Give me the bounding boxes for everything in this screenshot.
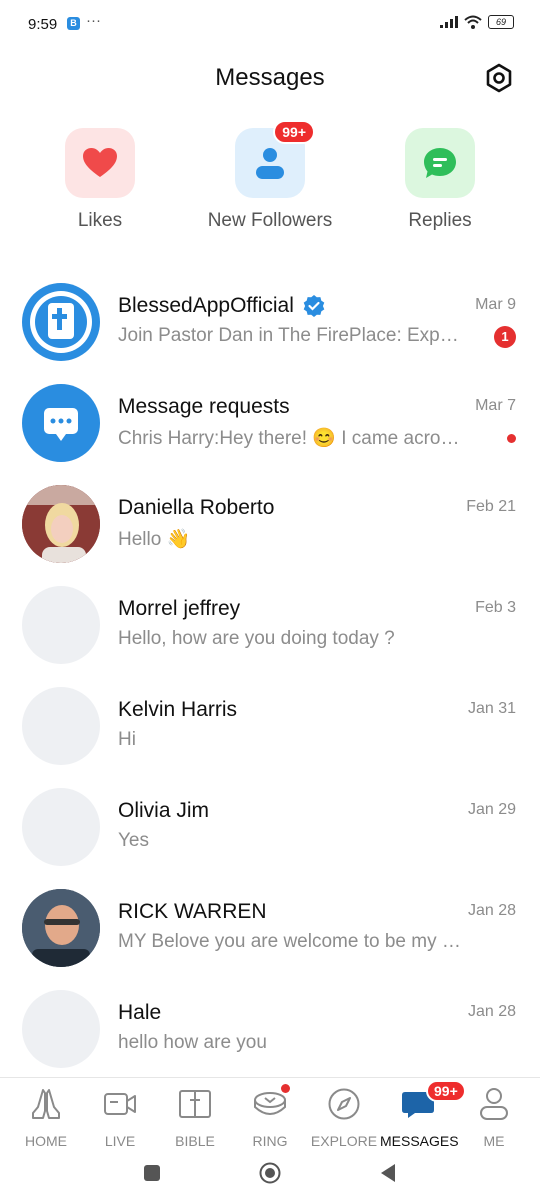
recents-button-icon[interactable] <box>144 1165 160 1181</box>
signal-icon <box>440 16 458 28</box>
video-camera-icon <box>104 1093 136 1115</box>
ring-icon <box>254 1092 286 1115</box>
bible-icon <box>179 1090 211 1118</box>
heart-icon <box>83 148 117 177</box>
tab-me[interactable]: ME <box>455 1086 533 1149</box>
user-photo-icon <box>22 889 100 967</box>
status-more-dots: ··· <box>86 12 101 29</box>
likes-shortcut[interactable]: Likes <box>25 128 175 232</box>
avatar <box>22 485 100 563</box>
conversation-date: Jan 28 <box>467 1003 516 1020</box>
compass-icon <box>328 1088 360 1120</box>
new-followers-shortcut[interactable]: 99+ New Followers <box>195 120 345 232</box>
conversation-name-text: BlessedAppOfficial <box>118 294 294 317</box>
conversation-preview: Hello 👋 <box>118 529 191 550</box>
avatar-placeholder <box>22 788 100 866</box>
home-button-icon[interactable] <box>259 1162 281 1184</box>
tab-ring[interactable]: RING <box>231 1084 309 1149</box>
status-bar: 9:59 B ··· 69 <box>0 0 540 48</box>
conversation-name: RICK WARREN <box>118 900 267 923</box>
tab-label: LIVE <box>104 1133 136 1149</box>
conversation-preview: Chris Harry:Hey there! 😊 I came acro… <box>118 428 460 449</box>
system-nav-bar <box>0 1148 540 1200</box>
avatar-placeholder <box>22 586 100 664</box>
wifi-icon <box>464 15 482 29</box>
conversation-preview: Hi <box>118 729 136 750</box>
conversation-row[interactable]: Message requests Chris Harry:Hey there! … <box>0 373 540 474</box>
conversation-row[interactable]: Olivia Jim Yes Jan 29 <box>0 777 540 878</box>
blessed-app-logo-icon <box>30 291 92 353</box>
chat-bubble-icon <box>424 148 456 178</box>
conversation-preview: hello how are you <box>118 1032 267 1053</box>
category-shortcuts: Likes 99+ New Followers Replies <box>0 120 540 238</box>
message-request-icon <box>44 408 78 441</box>
battery-icon: 69 <box>488 15 514 29</box>
conversation-date: Jan 31 <box>467 700 516 717</box>
unread-dot <box>507 434 516 443</box>
conversation-name: Olivia Jim <box>118 799 210 822</box>
conversation-name: Kelvin Harris <box>118 698 238 721</box>
avatar-placeholder <box>22 687 100 765</box>
conversation-date: Mar 9 <box>475 296 516 313</box>
conversation-name: Daniella Roberto <box>118 496 275 519</box>
conversation-name: Morrel jeffrey <box>118 597 241 620</box>
conversation-name: Message requests <box>118 395 290 418</box>
replies-shortcut[interactable]: Replies <box>365 128 515 232</box>
person-outline-icon <box>480 1088 508 1120</box>
conversation-row[interactable]: Morrel jeffrey Hello, how are you doing … <box>0 575 540 676</box>
new-followers-label: New Followers <box>207 210 333 231</box>
tab-label: ME <box>483 1133 505 1149</box>
back-button-icon[interactable] <box>380 1163 396 1183</box>
tab-explore[interactable]: EXPLORE <box>305 1086 383 1149</box>
page-title: Messages <box>215 64 325 91</box>
avatar <box>22 889 100 967</box>
bottom-tab-bar: HOME LIVE BIBLE RING EXPLORE 99+ MESSAGE… <box>0 1077 540 1149</box>
header: Messages <box>0 58 540 98</box>
conversation-list: BlessedAppOfficial Join Pastor Dan in Th… <box>0 272 540 1080</box>
new-followers-tile[interactable]: 99+ <box>235 120 315 198</box>
tab-live[interactable]: LIVE <box>81 1086 159 1149</box>
app-notification-icon: B <box>67 17 80 30</box>
conversation-preview: Join Pastor Dan in The FirePlace: Exp… <box>118 325 459 346</box>
conversation-preview: MY Belove you are welcome to be my … <box>118 931 461 952</box>
conversation-preview: Yes <box>118 830 149 851</box>
conversation-preview: Hello, how are you doing today ? <box>118 628 395 649</box>
settings-icon[interactable] <box>484 63 514 93</box>
tab-messages[interactable]: 99+ MESSAGES <box>380 1080 466 1149</box>
conversation-row[interactable]: Kelvin Harris Hi Jan 31 <box>0 676 540 777</box>
conversation-row[interactable]: Daniella Roberto Hello 👋 Feb 21 <box>0 474 540 575</box>
conversation-row[interactable]: BlessedAppOfficial Join Pastor Dan in Th… <box>0 272 540 373</box>
tab-label: HOME <box>25 1133 67 1149</box>
status-time: 9:59 <box>28 16 58 33</box>
conversation-date: Jan 29 <box>467 801 516 818</box>
avatar-placeholder <box>22 990 100 1068</box>
conversation-name: BlessedAppOfficial <box>118 294 326 318</box>
replies-tile[interactable] <box>405 128 475 198</box>
tab-label: RING <box>252 1133 288 1149</box>
person-icon <box>256 148 284 179</box>
ring-notification-dot <box>281 1084 290 1093</box>
replies-label: Replies <box>408 210 472 231</box>
conversation-date: Feb 21 <box>466 498 516 515</box>
verified-badge-icon <box>303 295 325 317</box>
conversation-row[interactable]: RICK WARREN MY Belove you are welcome to… <box>0 878 540 979</box>
tab-bible[interactable]: BIBLE <box>156 1086 234 1149</box>
tab-label: EXPLORE <box>310 1133 378 1149</box>
tab-label: BIBLE <box>175 1133 215 1149</box>
conversation-name: Hale <box>118 1001 162 1024</box>
unread-count-badge: 1 <box>494 326 516 348</box>
avatar <box>22 283 100 361</box>
followers-count-badge: 99+ <box>273 120 315 144</box>
likes-tile[interactable] <box>65 128 135 198</box>
conversation-date: Mar 7 <box>475 397 516 414</box>
praying-hands-icon <box>32 1089 60 1119</box>
avatar <box>22 384 100 462</box>
tab-label: MESSAGES <box>380 1133 459 1149</box>
conversation-row[interactable]: Hale hello how are you Jan 28 <box>0 979 540 1080</box>
conversation-date: Feb 3 <box>475 599 516 616</box>
user-photo-icon <box>22 485 100 563</box>
conversation-date: Jan 28 <box>467 902 516 919</box>
tab-home[interactable]: HOME <box>7 1086 85 1149</box>
likes-label: Likes <box>77 210 123 231</box>
